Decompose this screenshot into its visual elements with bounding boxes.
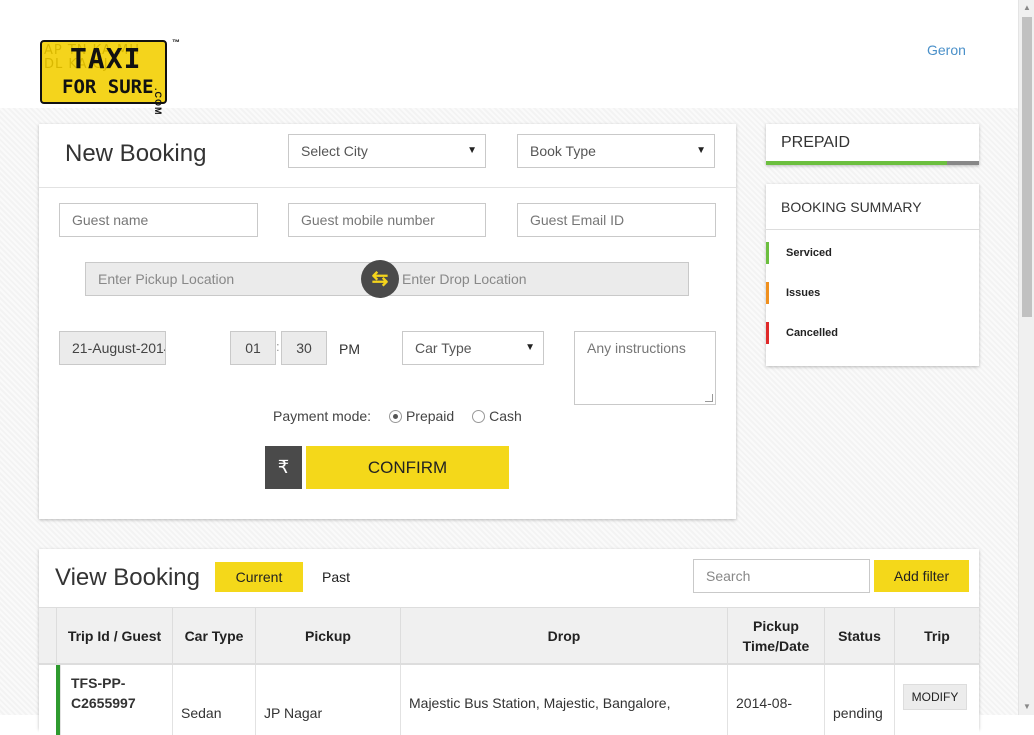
- new-booking-title: New Booking: [65, 140, 207, 167]
- column-header-status[interactable]: Status: [824, 608, 894, 664]
- ampm-label[interactable]: PM: [339, 341, 360, 357]
- cash-radio[interactable]: [472, 410, 486, 423]
- cell-pickup-time: 2014-08-: [727, 665, 824, 735]
- column-header-pickup[interactable]: Pickup: [255, 608, 400, 664]
- prepaid-radio[interactable]: [388, 410, 402, 423]
- guest-mobile-input[interactable]: Guest mobile number: [288, 203, 486, 237]
- cell-drop: Majestic Bus Station, Majestic, Bangalor…: [400, 665, 727, 735]
- cell-pickup: JP Nagar: [255, 665, 400, 735]
- scrollbar-thumb[interactable]: [1022, 17, 1032, 317]
- payment-mode-row: Payment mode: Prepaid Cash: [273, 407, 522, 425]
- logo-text-taxi: TAXI: [70, 42, 142, 75]
- tab-past[interactable]: Past: [322, 562, 350, 592]
- status-color-mark: [766, 282, 769, 304]
- column-header-car-type[interactable]: Car Type: [172, 608, 255, 664]
- prepaid-title: PREPAID: [781, 134, 851, 151]
- cell-status: pending: [824, 665, 894, 735]
- pickup-location-input[interactable]: Enter Pickup Location: [98, 263, 234, 295]
- cell-car-type: Sedan: [172, 665, 255, 735]
- user-name-link[interactable]: Geron: [927, 42, 966, 58]
- page-scrollbar[interactable]: ▲ ▼: [1018, 0, 1034, 715]
- chevron-down-icon: ▼: [696, 145, 706, 156]
- column-header-trip-id[interactable]: Trip Id / Guest: [56, 608, 172, 664]
- chevron-down-icon: ▼: [525, 342, 535, 353]
- column-header-trip[interactable]: Trip: [894, 608, 979, 664]
- summary-item-label: Serviced: [786, 247, 832, 259]
- confirm-button[interactable]: CONFIRM: [306, 446, 509, 489]
- summary-item-label: Cancelled: [786, 327, 838, 339]
- status-color-mark: [766, 322, 769, 344]
- column-header-drop[interactable]: Drop: [400, 608, 727, 664]
- scroll-up-icon[interactable]: ▲: [1019, 0, 1034, 16]
- table-row[interactable]: TFS-PP-C2655997 Sedan JP Nagar Majestic …: [39, 665, 979, 735]
- prepaid-progress-fill: [766, 161, 948, 165]
- swap-locations-icon[interactable]: ⇆: [361, 260, 399, 298]
- car-type-select[interactable]: Car Type ▼: [402, 331, 544, 365]
- cash-radio-label[interactable]: Cash: [489, 408, 522, 424]
- tab-current[interactable]: Current: [215, 562, 303, 592]
- city-select-value: Select City: [301, 143, 368, 159]
- summary-item-serviced[interactable]: Serviced: [766, 242, 979, 264]
- view-booking-title: View Booking: [55, 564, 200, 591]
- scroll-down-icon[interactable]: ▼: [1019, 699, 1034, 715]
- logo-text-for-sure: FOR SURE: [62, 76, 154, 98]
- cell-trip-id[interactable]: TFS-PP-C2655997: [60, 665, 172, 735]
- new-booking-panel: New Booking Select City ▼ Book Type ▼ Gu…: [39, 124, 736, 519]
- logo-trademark: ™: [172, 38, 180, 47]
- add-filter-button[interactable]: Add filter: [874, 560, 969, 592]
- divider: [766, 229, 979, 230]
- logo-dotcom: .COM: [153, 88, 163, 116]
- view-booking-panel: View Booking Current Past Search Add fil…: [39, 549, 979, 735]
- payment-mode-label: Payment mode:: [273, 408, 372, 424]
- prepaid-panel: PREPAID: [766, 124, 979, 165]
- instructions-textarea[interactable]: Any instructions: [574, 331, 716, 405]
- header: AP TN KA MH DL KA GJ TAXI FOR SURE ™ .CO…: [0, 0, 1018, 116]
- prepaid-radio-label[interactable]: Prepaid: [406, 408, 454, 424]
- rupee-icon[interactable]: ₹: [265, 446, 302, 489]
- prepaid-progress-bar: [766, 161, 979, 165]
- car-type-select-value: Car Type: [415, 340, 472, 356]
- divider: [39, 187, 736, 188]
- chevron-down-icon: ▼: [467, 145, 477, 156]
- resize-handle-icon[interactable]: [705, 394, 713, 402]
- summary-item-cancelled[interactable]: Cancelled: [766, 322, 979, 344]
- time-separator: :: [276, 339, 280, 354]
- summary-item-label: Issues: [786, 287, 821, 299]
- minute-input[interactable]: 30: [281, 331, 327, 365]
- booking-summary-title: BOOKING SUMMARY: [781, 199, 922, 215]
- summary-item-issues[interactable]: Issues: [766, 282, 979, 304]
- column-header-pickup-time[interactable]: Pickup Time/Date: [727, 608, 824, 664]
- book-type-select-value: Book Type: [530, 143, 596, 159]
- status-color-mark: [766, 242, 769, 264]
- drop-location-input[interactable]: Enter Drop Location: [402, 263, 527, 295]
- booking-summary-panel: BOOKING SUMMARY Serviced Issues Cancelle…: [766, 184, 979, 366]
- table-header: Trip Id / Guest Car Type Pickup Drop Pic…: [39, 607, 979, 665]
- taxiforsure-logo[interactable]: AP TN KA MH DL KA GJ TAXI FOR SURE: [40, 40, 167, 104]
- search-input[interactable]: Search: [693, 559, 870, 593]
- modify-button[interactable]: MODIFY: [903, 684, 967, 710]
- hour-input[interactable]: 01: [230, 331, 276, 365]
- guest-email-input[interactable]: Guest Email ID: [517, 203, 716, 237]
- date-input[interactable]: 21-August-2014: [59, 331, 166, 365]
- book-type-select[interactable]: Book Type ▼: [517, 134, 715, 168]
- city-select[interactable]: Select City ▼: [288, 134, 486, 168]
- guest-name-input[interactable]: Guest name: [59, 203, 258, 237]
- instructions-placeholder: Any instructions: [587, 340, 686, 356]
